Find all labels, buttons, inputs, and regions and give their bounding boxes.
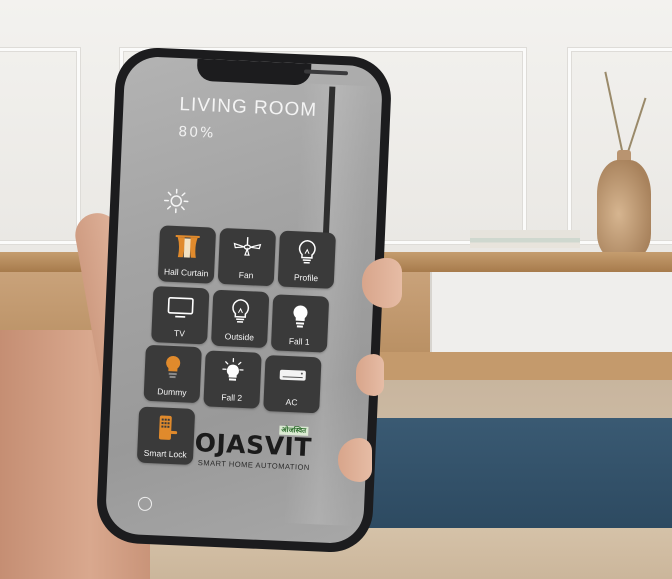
books — [470, 230, 580, 248]
phone-notch — [196, 58, 349, 86]
tile-label: Smart Lock — [143, 447, 187, 460]
bulb-white-icon — [293, 305, 308, 328]
tile-smart-lock[interactable]: Smart Lock — [136, 406, 196, 465]
keypad-lock-icon — [158, 415, 178, 440]
tile-label: Outside — [224, 331, 255, 343]
tile-hall-curtain[interactable]: Hall Curtain — [157, 225, 217, 284]
hand-finger — [356, 354, 384, 396]
air-conditioner-icon — [279, 369, 306, 381]
tile-label: TV — [173, 327, 186, 339]
earpiece — [303, 69, 349, 76]
room-level: 80% — [177, 123, 216, 142]
tile-fall-2[interactable]: Fall 2 — [203, 350, 262, 409]
tile-fan[interactable]: Fan — [217, 227, 277, 287]
tile-label: Dummy — [157, 386, 187, 398]
tile-ac[interactable]: AC — [263, 354, 322, 414]
tile-label: AC — [285, 396, 298, 408]
home-indicator[interactable] — [137, 496, 153, 512]
bulb-rays-icon — [222, 357, 244, 381]
tile-profile[interactable]: Profile — [277, 230, 337, 289]
brand-logo: ओजस्वित OJASVIT SMART HOME AUTOMATION — [194, 422, 320, 473]
sun-icon[interactable] — [163, 187, 190, 214]
vase — [597, 160, 651, 258]
tile-outside[interactable]: Outside — [210, 289, 270, 349]
tile-dummy[interactable]: Dummy — [143, 344, 202, 404]
tile-tv[interactable]: TV — [151, 286, 210, 345]
bulb-orange-icon — [166, 355, 181, 379]
tile-label: Fan — [238, 269, 254, 281]
tile-fall-1[interactable]: Fall 1 — [270, 294, 330, 353]
tv-icon — [167, 296, 194, 318]
tv-console-door — [430, 272, 672, 352]
bulb-outline-icon — [298, 239, 316, 264]
tile-label: Fall 1 — [288, 336, 310, 347]
tile-label: Profile — [293, 272, 319, 284]
room-title: LIVING ROOM — [179, 94, 318, 121]
curtain-icon — [175, 234, 200, 258]
wall-panel-left — [0, 48, 80, 244]
bulb-outline-icon — [232, 299, 250, 323]
tile-label: Hall Curtain — [163, 266, 209, 279]
hand-finger — [338, 438, 372, 482]
hand-finger — [362, 258, 402, 308]
brand-name: OJASVIT — [194, 428, 313, 463]
ceiling-fan-icon — [233, 237, 262, 256]
tile-label: Fall 2 — [221, 392, 243, 404]
